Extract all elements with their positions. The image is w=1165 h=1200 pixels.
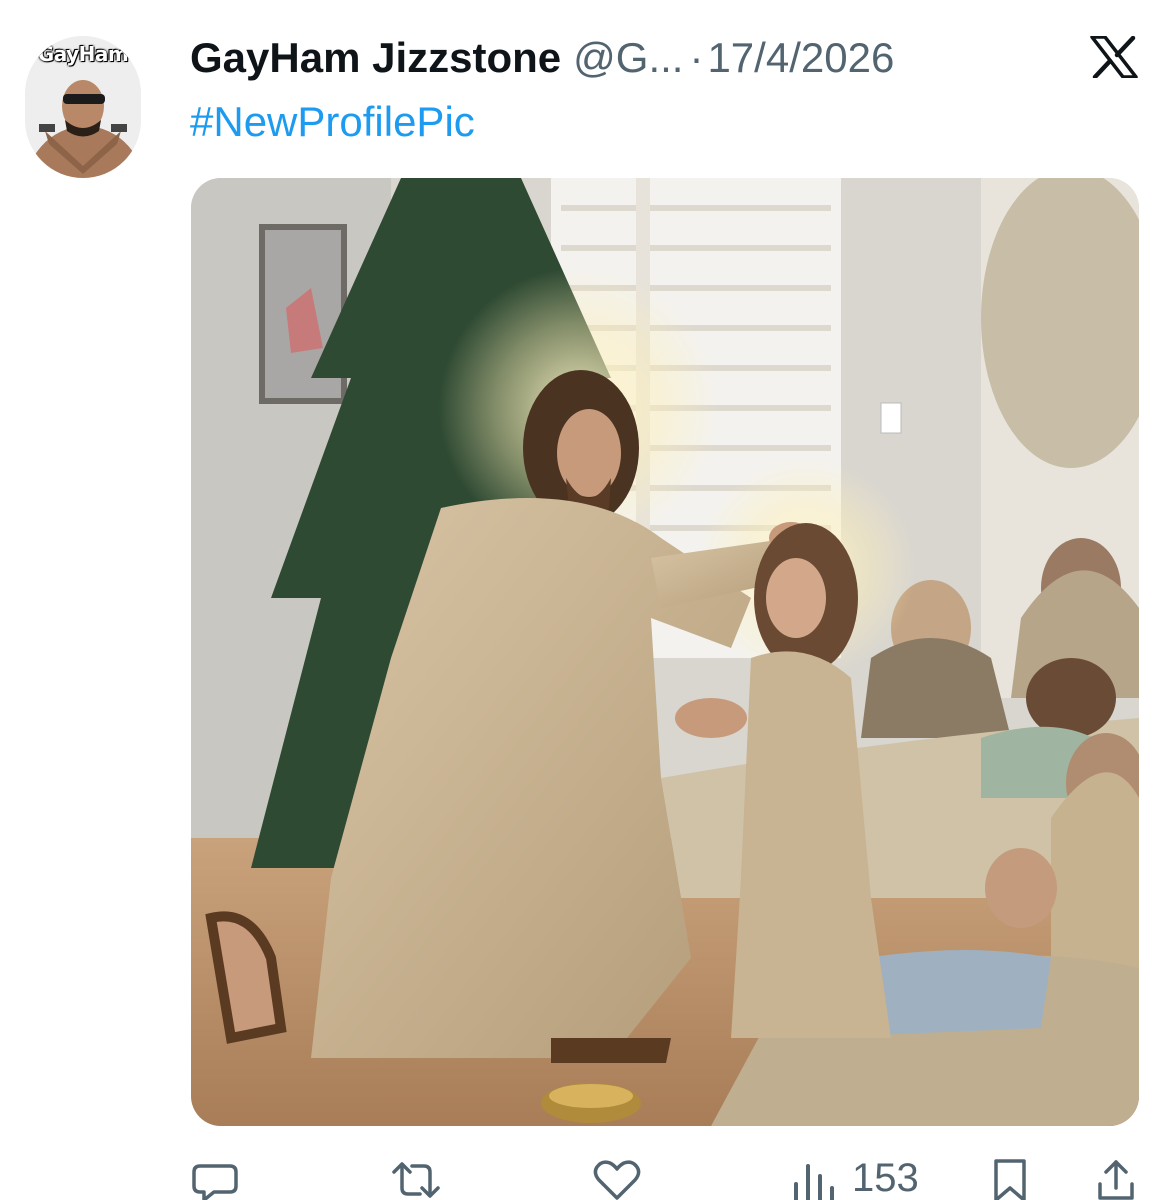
share-icon[interactable] (1096, 1158, 1136, 1200)
views-count[interactable]: 153 (852, 1156, 919, 1200)
post-text-hashtag[interactable]: #NewProfilePic (190, 98, 475, 146)
avatar-label: GayHam (37, 42, 129, 66)
ai-painting-image (191, 178, 1139, 1126)
tweet: GayHam GayHam Jizzstone @G... · 17/4/202… (0, 0, 1165, 1200)
like-heart-icon[interactable] (592, 1158, 642, 1200)
post-media-image[interactable] (191, 178, 1139, 1126)
post-header: GayHam Jizzstone @G... · 17/4/2026 (190, 30, 894, 86)
date-separator: · (689, 34, 704, 81)
action-bar: 153 (0, 1150, 1165, 1200)
reply-icon[interactable] (192, 1158, 238, 1200)
bookmark-icon[interactable] (990, 1158, 1030, 1200)
post-date[interactable]: 17/4/2026 (707, 34, 894, 82)
avatar[interactable]: GayHam (25, 36, 141, 178)
user-handle[interactable]: @G... (573, 34, 683, 82)
repost-icon[interactable] (388, 1158, 444, 1200)
x-logo-icon[interactable] (1090, 36, 1138, 78)
views-chart-icon[interactable] (790, 1158, 840, 1200)
display-name[interactable]: GayHam Jizzstone (190, 34, 561, 82)
